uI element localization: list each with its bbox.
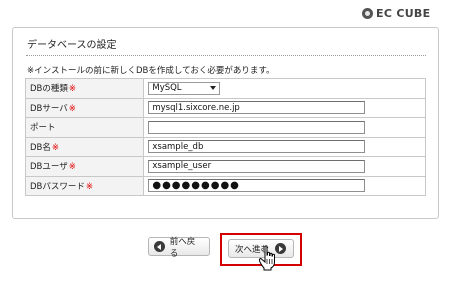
required-mark: ※ [51,142,60,153]
page-title: データベースの設定 [27,40,117,51]
db-name-cell: xsample_db [143,136,426,157]
back-button-label: 前へ戻る [169,236,196,259]
db-user-cell: xsample_user [143,156,426,177]
required-mark: ※ [68,103,76,114]
db-server-input[interactable]: mysql1.sixcore.ne.jp [148,101,366,115]
back-button[interactable]: 前へ戻る [148,236,210,259]
form-row-db-password: DBパスワード※ ●●●●●●●●● [24,175,426,196]
db-type-value: MySQL [152,83,182,94]
db-password-label: DBパスワード※ [24,175,145,196]
db-type-select[interactable]: MySQL [148,81,221,95]
required-mark: ※ [68,84,77,95]
db-name-input[interactable]: xsample_db [148,140,366,154]
db-server-label: DBサーバ※ [24,97,145,118]
form-row-db-server: DBサーバ※ mysql1.sixcore.ne.jp [24,97,426,118]
title-divider [26,55,426,56]
form-row-db-type: DBの種類※ MySQL [24,78,426,99]
db-password-input[interactable]: ●●●●●●●●● [148,179,366,193]
chevron-down-icon [210,86,217,91]
port-cell [143,117,426,138]
db-server-cell: mysql1.sixcore.ne.jp [143,97,426,118]
db-user-label: DBユーザ※ [24,156,145,177]
form-row-db-user: DBユーザ※ xsample_user [24,156,426,177]
form-row-port: ポート [24,117,426,138]
install-notice: ※インストールの前に新しくDBを作成しておく必要があります。 [27,66,275,76]
required-mark: ※ [68,162,76,173]
db-password-cell: ●●●●●●●●● [143,175,426,196]
arrow-left-icon [154,241,165,252]
logo-text: EC CUBE [376,6,431,20]
db-type-label: DBの種類※ [24,78,145,99]
db-name-label: DB名※ [24,136,145,157]
db-user-input[interactable]: xsample_user [148,159,366,173]
ec-cube-logo: EC CUBE [362,6,430,20]
db-settings-form: DBの種類※ MySQL DBサーバ※ mysql1.sixcore.ne.jp… [24,78,426,196]
port-input[interactable] [148,120,366,134]
db-type-cell: MySQL [143,78,426,99]
hand-pointer-icon [258,245,275,271]
cube-logo-icon [362,7,373,19]
form-row-db-name: DB名※ xsample_db [24,136,426,157]
required-mark: ※ [85,181,94,192]
port-label: ポート [24,117,145,138]
